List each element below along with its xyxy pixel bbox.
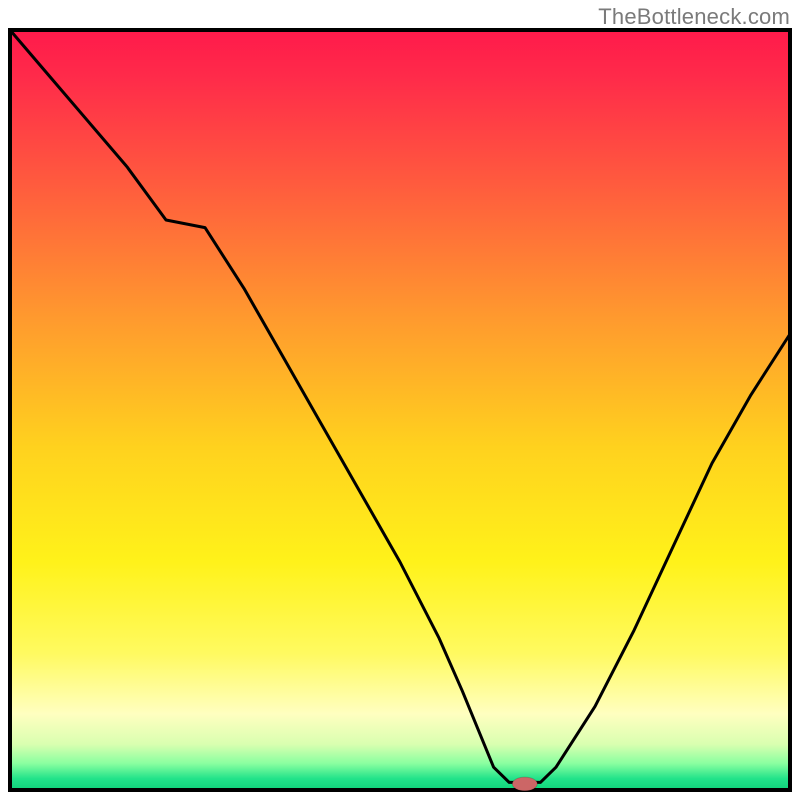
optimal-point-marker xyxy=(512,777,537,791)
watermark-label: TheBottleneck.com xyxy=(598,4,790,30)
bottleneck-plot xyxy=(0,0,800,800)
plot-area xyxy=(10,30,790,790)
chart-container: TheBottleneck.com xyxy=(0,0,800,800)
